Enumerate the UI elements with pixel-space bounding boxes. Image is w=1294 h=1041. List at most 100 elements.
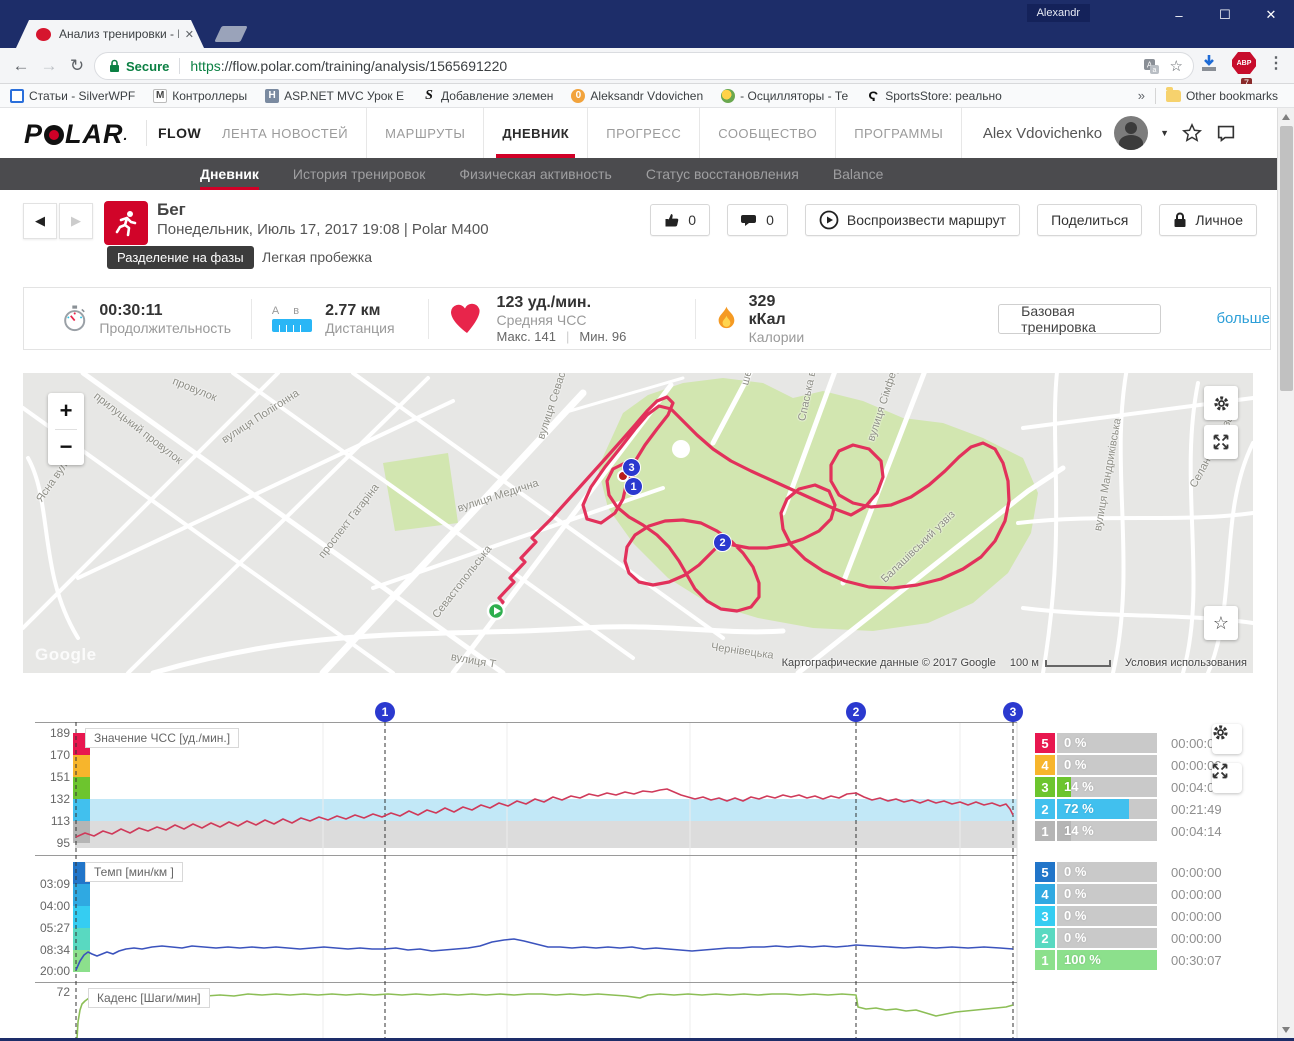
map-fullscreen-button[interactable]: [1204, 425, 1238, 459]
subnav-recovery[interactable]: Статус восстановления: [646, 158, 799, 190]
zoom-out-button[interactable]: −: [48, 429, 84, 465]
map-lap-marker[interactable]: 2: [713, 533, 732, 552]
flow-label[interactable]: FLOW: [158, 125, 201, 141]
nav-community[interactable]: СООБЩЕСТВО: [700, 108, 837, 158]
privacy-button[interactable]: Личное: [1159, 204, 1257, 236]
messages-icon[interactable]: [1215, 122, 1237, 144]
bookmark-item[interactable]: H ASP.NET MVC Урок Е: [265, 88, 404, 103]
translate-icon[interactable]: Aa: [1143, 58, 1160, 75]
maximize-button[interactable]: ☐: [1202, 0, 1248, 30]
map-settings-button[interactable]: [1204, 386, 1238, 420]
bookmark-item[interactable]: Статьи - SilverWPF: [10, 88, 135, 103]
axis-tick: 132: [49, 792, 70, 806]
s-curve-icon: S: [425, 87, 433, 103]
next-training-button[interactable]: ▶: [59, 203, 93, 239]
zone-percent: 14 %: [1064, 779, 1094, 794]
c-curve-icon: Ϛ: [868, 87, 879, 104]
bookmark-item[interactable]: M Контроллеры: [153, 88, 247, 103]
lap-marker[interactable]: 3: [1003, 702, 1023, 722]
bookmark-item[interactable]: Ϛ SportsStore: реально: [866, 87, 1002, 104]
scroll-down-arrow[interactable]: [1282, 1027, 1290, 1033]
address-bar[interactable]: Secure https://flow.polar.com/training/a…: [94, 52, 1194, 80]
distance-label: Дистанция: [325, 319, 395, 336]
nav-progress[interactable]: ПРОГРЕСС: [588, 108, 701, 158]
route-map[interactable]: провулок прилуцький провулок вулиця Поліго…: [23, 373, 1253, 673]
adblock-extension-icon[interactable]: ABP 7: [1232, 52, 1256, 88]
back-button[interactable]: ←: [8, 53, 34, 79]
subnav-balance[interactable]: Balance: [833, 158, 884, 190]
chevron-down-icon[interactable]: ▼: [1160, 128, 1169, 138]
nav-routes[interactable]: МАРШРУТЫ: [367, 108, 485, 158]
map-lap-marker[interactable]: 3: [622, 458, 641, 477]
user-name[interactable]: Alex Vdovichenko: [983, 125, 1102, 142]
polar-header: P LAR. FLOW ЛЕНТА НОВОСТЕЙ МАРШРУТЫ ДНЕВН…: [0, 108, 1277, 158]
page-scrollbar[interactable]: [1277, 108, 1294, 1041]
nav-diary[interactable]: ДНЕВНИК: [484, 108, 589, 158]
chart-settings-button[interactable]: [1212, 724, 1242, 754]
hr-legend: Значение ЧСС [уд./мин.]: [85, 728, 240, 748]
map-favorite-button[interactable]: ☆: [1204, 606, 1238, 640]
hr-value: 123 уд./мин.: [496, 293, 592, 311]
scroll-up-arrow[interactable]: [1282, 114, 1290, 120]
chrome-menu-icon[interactable]: ⋮: [1268, 53, 1284, 73]
reload-button[interactable]: ↻: [64, 53, 90, 79]
training-benefit-button[interactable]: Базовая тренировка: [998, 303, 1162, 335]
favorites-star-icon[interactable]: [1181, 122, 1203, 144]
chart-fullscreen-button[interactable]: [1212, 763, 1242, 793]
browser-titlebar: Alexandr – ☐ ✕ Анализ тренировки - Po ✕: [0, 0, 1294, 48]
zone-row: 5 0 % 00:00:00: [1035, 862, 1270, 882]
map-lap-marker[interactable]: 1: [624, 477, 643, 496]
zone-time: 00:00:00: [1171, 908, 1222, 924]
bookmark-item[interactable]: - Осцилляторы - Те: [721, 88, 848, 103]
more-link[interactable]: больше: [1216, 310, 1270, 327]
previous-training-button[interactable]: ◀: [23, 203, 57, 239]
calories-label: Калории: [748, 328, 805, 345]
avatar[interactable]: [1114, 116, 1149, 150]
share-button[interactable]: Поделиться: [1037, 204, 1143, 236]
zone-number: 4: [1035, 755, 1055, 775]
like-button[interactable]: 0: [650, 204, 711, 236]
chrome-profile-name[interactable]: Alexandr: [1026, 4, 1090, 22]
bookmark-item[interactable]: 0 Aleksandr Vdovichen: [571, 88, 703, 103]
axis-tick: 05:27: [39, 921, 70, 935]
new-tab-button[interactable]: [214, 26, 248, 42]
diary-subnav: Дневник История тренировок Физическая ак…: [0, 158, 1277, 190]
subnav-diary[interactable]: Дневник: [200, 158, 259, 190]
scrollbar-thumb[interactable]: [1280, 126, 1293, 391]
secure-lock-icon: [110, 59, 119, 72]
subnav-activity[interactable]: Физическая активность: [459, 158, 611, 190]
nav-feed[interactable]: ЛЕНТА НОВОСТЕЙ: [204, 108, 368, 158]
thumb-up-icon: [665, 214, 679, 227]
phase-split-badge[interactable]: Разделение на фазы: [107, 246, 254, 269]
zone-number: 3: [1035, 906, 1055, 926]
replay-route-button[interactable]: Воспроизвести маршрут: [804, 204, 1021, 236]
analysis-charts[interactable]: 189 170 151 132 113 95 03:09 04:00 05:27 08:34 20:…: [0, 690, 1294, 1041]
axis-tick: 04:00: [39, 899, 70, 913]
zone-number: 1: [1035, 821, 1055, 841]
subnav-history[interactable]: История тренировок: [293, 158, 425, 190]
download-extension-icon[interactable]: [1198, 52, 1220, 74]
minimize-button[interactable]: –: [1156, 0, 1202, 30]
nav-programs[interactable]: ПРОГРАММЫ: [836, 108, 963, 158]
bookmark-star-icon[interactable]: ☆: [1170, 57, 1183, 75]
secure-label: Secure: [126, 58, 170, 74]
lap-marker[interactable]: 2: [846, 702, 866, 722]
forward-button[interactable]: →: [36, 53, 62, 79]
bookmarks-overflow-chevron[interactable]: »: [1138, 88, 1145, 103]
close-button[interactable]: ✕: [1248, 0, 1294, 30]
lap-marker[interactable]: 1: [375, 702, 395, 722]
bookmark-item[interactable]: S Добавление элемен: [422, 87, 553, 103]
map-terms-link[interactable]: Условия использования: [1125, 657, 1247, 669]
comment-button[interactable]: 0: [727, 204, 788, 236]
zoom-in-button[interactable]: +: [48, 393, 84, 429]
polar-logo[interactable]: P LAR.: [24, 119, 128, 150]
tab-close-icon[interactable]: ✕: [185, 28, 194, 41]
zone-time: 00:04:14: [1171, 823, 1222, 839]
zone-percent: 0 %: [1064, 930, 1087, 945]
zone-percent: 0 %: [1064, 864, 1087, 879]
bookmarks-divider: [1154, 87, 1156, 104]
other-bookmarks[interactable]: Other bookmarks: [1165, 86, 1278, 103]
zone-number: 1: [1035, 950, 1055, 970]
axis-tick: 08:34: [39, 943, 70, 957]
browser-tab[interactable]: Анализ тренировки - Po ✕: [16, 20, 204, 48]
